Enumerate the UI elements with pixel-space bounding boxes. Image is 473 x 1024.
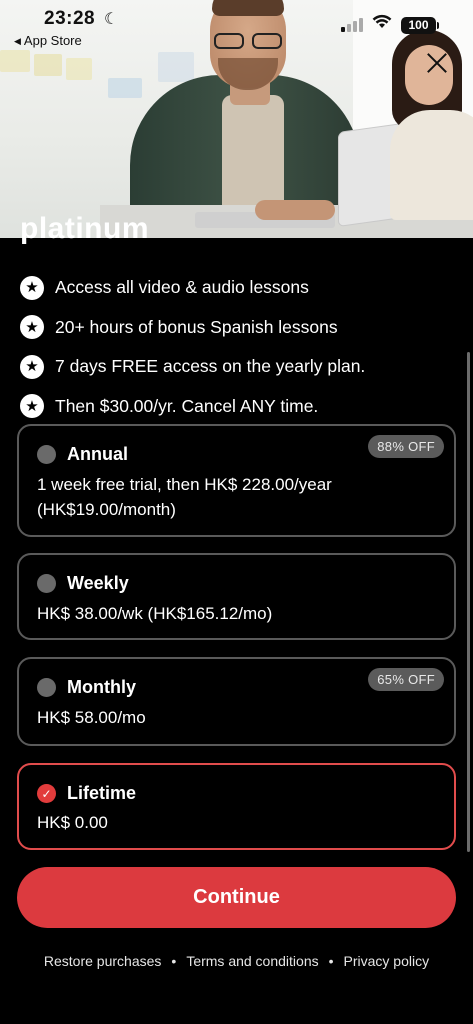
terms-link[interactable]: Terms and conditions xyxy=(186,953,318,969)
feature-item: ★ Access all video & audio lessons xyxy=(20,268,460,308)
back-to-app-store-link[interactable]: ◀ App Store xyxy=(14,33,82,48)
scrollbar[interactable] xyxy=(467,352,470,852)
footer-links: Restore purchases • Terms and conditions… xyxy=(0,953,473,969)
feature-text: Access all video & audio lessons xyxy=(55,277,309,298)
discount-badge: 65% OFF xyxy=(368,668,444,691)
cellular-signal-icon xyxy=(341,18,365,32)
plan-title: Monthly xyxy=(67,677,136,697)
continue-button[interactable]: Continue xyxy=(17,867,456,928)
plan-price: HK$ 38.00/wk (HK$165.12/mo) xyxy=(37,604,273,623)
star-icon: ★ xyxy=(20,354,44,379)
separator-dot: • xyxy=(328,953,334,969)
status-time: 23:28 xyxy=(44,8,96,29)
plan-header: Weekly xyxy=(37,573,129,594)
discount-badge: 88% OFF xyxy=(368,435,444,458)
status-bar: 23:28 ☾ ◀ App Store 100 xyxy=(0,0,473,52)
radio-unselected-icon[interactable] xyxy=(37,445,56,464)
second-person-body xyxy=(390,110,473,220)
wall-chart xyxy=(158,52,194,82)
feature-item: ★ 7 days FREE access on the yearly plan. xyxy=(20,347,460,387)
plan-heading: platinum xyxy=(20,212,149,245)
plan-card-lifetime[interactable]: ✓ Lifetime HK$ 0.00 xyxy=(17,763,456,850)
plan-header: Annual xyxy=(37,444,128,465)
star-icon: ★ xyxy=(20,394,44,419)
plan-price: HK$ 0.00 xyxy=(37,813,108,832)
plan-title: Annual xyxy=(67,444,128,464)
feature-text: 20+ hours of bonus Spanish lessons xyxy=(55,316,338,337)
back-triangle-icon: ◀ xyxy=(14,36,21,46)
plan-price-line: 1 week free trial, then HK$ 228.00/year xyxy=(37,475,332,494)
sticky-note xyxy=(34,54,62,76)
radio-unselected-icon[interactable] xyxy=(37,574,56,593)
radio-checked-icon[interactable]: ✓ xyxy=(37,784,56,803)
plan-title: Lifetime xyxy=(67,783,137,803)
battery-tip xyxy=(437,22,439,29)
plan-price-line: (HK$19.00/month) xyxy=(37,500,176,519)
restore-purchases-link[interactable]: Restore purchases xyxy=(44,953,162,969)
feature-list: ★ Access all video & audio lessons ★ 20+… xyxy=(20,268,460,426)
plan-card-weekly[interactable]: Weekly HK$ 38.00/wk (HK$165.12/mo) xyxy=(17,553,456,640)
plan-card-monthly[interactable]: Monthly 65% OFF HK$ 58.00/mo xyxy=(17,657,456,746)
plan-price: HK$ 58.00/mo xyxy=(37,708,146,727)
back-label: App Store xyxy=(23,33,82,48)
moon-icon: ☾ xyxy=(104,11,119,28)
privacy-link[interactable]: Privacy policy xyxy=(344,953,430,969)
wifi-icon xyxy=(372,13,392,34)
close-icon[interactable] xyxy=(422,48,452,78)
plan-card-annual[interactable]: Annual 88% OFF 1 week free trial, then H… xyxy=(17,424,456,537)
plan-price: 1 week free trial, then HK$ 228.00/year … xyxy=(37,472,332,522)
feature-item: ★ Then $30.00/yr. Cancel ANY time. xyxy=(20,387,460,427)
plan-header: Monthly xyxy=(37,677,136,698)
star-icon: ★ xyxy=(20,275,44,300)
feature-item: ★ 20+ hours of bonus Spanish lessons xyxy=(20,308,460,348)
sticky-note xyxy=(0,50,30,72)
sticky-note xyxy=(66,58,92,80)
person-hand xyxy=(255,200,335,220)
plan-title: Weekly xyxy=(67,573,129,593)
plan-header: ✓ Lifetime xyxy=(37,783,136,804)
separator-dot: • xyxy=(171,953,177,969)
battery-icon: 100 xyxy=(401,17,436,34)
star-icon: ★ xyxy=(20,315,44,340)
radio-unselected-icon[interactable] xyxy=(37,678,56,697)
feature-text: Then $30.00/yr. Cancel ANY time. xyxy=(55,395,319,416)
feature-text: 7 days FREE access on the yearly plan. xyxy=(55,356,366,377)
wall-chart xyxy=(108,78,142,98)
